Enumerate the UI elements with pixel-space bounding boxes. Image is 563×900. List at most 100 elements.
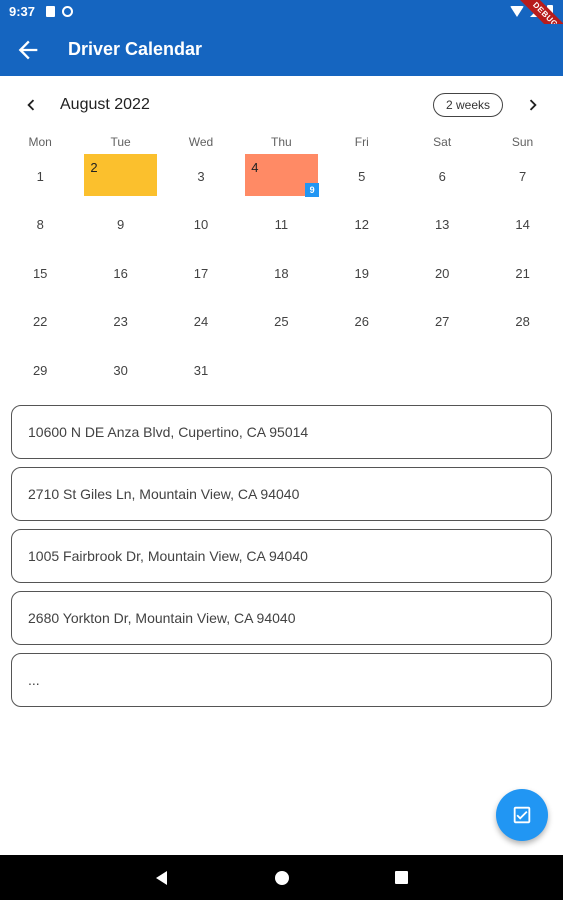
wifi-icon xyxy=(510,5,524,17)
weekday-label: Mon xyxy=(28,135,52,149)
page-title: Driver Calendar xyxy=(68,39,203,59)
day-number: 31 xyxy=(193,362,209,378)
address-text: 1005 Fairbrook Dr, Mountain View, CA 940… xyxy=(28,548,308,564)
chevron-right-icon[interactable] xyxy=(522,94,544,116)
calendar-day[interactable]: 12 xyxy=(322,199,402,247)
weekday-label: Sat xyxy=(433,135,452,149)
address-card[interactable]: 10600 N DE Anza Blvd, Cupertino, CA 9501… xyxy=(11,405,552,459)
calendar-day[interactable]: 18 xyxy=(241,248,321,296)
nav-home-icon[interactable] xyxy=(275,871,289,885)
day-number: 27 xyxy=(434,314,450,330)
calendar-day[interactable]: 1 xyxy=(0,151,80,199)
day-number: 2 xyxy=(90,160,98,175)
calendar-day[interactable]: 25 xyxy=(241,296,321,344)
event-count-badge: 9 xyxy=(305,183,320,197)
calendar-day[interactable]: 26 xyxy=(322,296,402,344)
day-number: 7 xyxy=(518,169,527,184)
day-number: 10 xyxy=(193,217,209,233)
weekday-label: Tue xyxy=(110,135,131,149)
calendar-day[interactable]: 5 xyxy=(322,151,402,199)
day-number: 29 xyxy=(32,362,48,378)
day-number: 21 xyxy=(515,265,530,281)
day-number: 15 xyxy=(32,265,48,281)
weekday-row: Mon Tue Wed Thu Fri Sat Sun xyxy=(0,135,563,151)
day-number: 22 xyxy=(32,314,48,330)
system-nav-bar xyxy=(0,855,563,900)
day-number: 5 xyxy=(358,169,366,184)
nav-back-icon[interactable] xyxy=(156,871,167,885)
day-number: 3 xyxy=(197,169,205,184)
day-number: 28 xyxy=(515,314,530,330)
weekday-label: Wed xyxy=(188,135,214,149)
address-text: 10600 N DE Anza Blvd, Cupertino, CA 9501… xyxy=(28,424,309,440)
calendar-day[interactable]: 15 xyxy=(0,248,80,296)
address-card[interactable]: ... xyxy=(11,653,552,707)
day-number: 16 xyxy=(113,265,128,281)
address-text: ... xyxy=(28,672,40,688)
address-card[interactable]: 1005 Fairbrook Dr, Mountain View, CA 940… xyxy=(11,529,552,583)
calendar-day[interactable]: 29 xyxy=(0,345,80,393)
calendar-day[interactable]: 20 xyxy=(402,248,482,296)
calendar-day[interactable]: 7 xyxy=(482,151,562,199)
calendar-day[interactable]: 11 xyxy=(241,199,321,247)
address-text: 2680 Yorkton Dr, Mountain View, CA 94040 xyxy=(28,610,296,626)
day-number: 11 xyxy=(274,217,289,233)
day-number: 23 xyxy=(113,314,128,330)
calendar-day[interactable]: 17 xyxy=(161,248,241,296)
weekday-label: Thu xyxy=(271,135,292,149)
calendar-day[interactable]: 14 xyxy=(482,199,562,247)
calendar-day[interactable]: 24 xyxy=(161,296,241,344)
arrow-back-icon[interactable] xyxy=(14,36,42,64)
calendar-day[interactable]: 31 xyxy=(161,345,241,393)
day-number: 12 xyxy=(354,217,370,233)
calendar-day[interactable]: 19 xyxy=(322,248,402,296)
weekday-label: Fri xyxy=(354,135,369,149)
weekday-label: Sun xyxy=(511,135,534,149)
calendar-day[interactable]: 10 xyxy=(161,199,241,247)
day-number: 24 xyxy=(193,314,209,330)
calendar-day[interactable]: 6 xyxy=(402,151,482,199)
calendar-day[interactable]: 23 xyxy=(80,296,160,344)
day-number: 30 xyxy=(113,362,128,378)
day-number: 8 xyxy=(36,217,44,233)
day-number: 19 xyxy=(354,265,370,281)
day-number: 6 xyxy=(438,169,446,184)
calendar-day[interactable]: 30 xyxy=(80,345,160,393)
format-toggle-button[interactable]: 2 weeks xyxy=(433,93,503,117)
sync-icon xyxy=(62,6,73,17)
day-number: 4 xyxy=(251,160,259,175)
chevron-left-icon[interactable] xyxy=(20,94,42,116)
day-number: 25 xyxy=(274,314,289,330)
calendar-day[interactable]: 13 xyxy=(402,199,482,247)
status-bar: 9:37 DEBUG xyxy=(0,0,563,49)
calendar-day[interactable]: 2 xyxy=(80,151,160,199)
calendar-day[interactable]: 3 xyxy=(161,151,241,199)
event-marker: 49 xyxy=(245,154,320,197)
calendar-day[interactable]: 28 xyxy=(482,296,562,344)
day-number: 26 xyxy=(354,314,370,330)
address-text: 2710 St Giles Ln, Mountain View, CA 9404… xyxy=(28,486,300,502)
day-number: 9 xyxy=(116,217,125,233)
day-number: 14 xyxy=(515,217,530,233)
month-title: August 2022 xyxy=(60,96,150,113)
calendar-day[interactable]: 21 xyxy=(482,248,562,296)
nav-recents-icon[interactable] xyxy=(395,871,408,884)
calendar-day[interactable]: 16 xyxy=(80,248,160,296)
calendar-day[interactable]: 8 xyxy=(0,199,80,247)
address-card[interactable]: 2710 St Giles Ln, Mountain View, CA 9404… xyxy=(11,467,552,521)
calendar-day[interactable]: 9 xyxy=(80,199,160,247)
calendar-day[interactable]: 22 xyxy=(0,296,80,344)
calendar-day[interactable]: 27 xyxy=(402,296,482,344)
app-bar: Driver Calendar xyxy=(0,24,563,76)
status-time: 9:37 xyxy=(9,4,36,19)
day-number: 1 xyxy=(36,169,44,184)
check-box-icon xyxy=(513,806,531,824)
day-number: 17 xyxy=(193,265,209,281)
address-card[interactable]: 2680 Yorkton Dr, Mountain View, CA 94040 xyxy=(11,591,552,645)
calendar-day[interactable]: 49 xyxy=(241,151,321,199)
day-number: 20 xyxy=(434,265,450,281)
event-marker: 2 xyxy=(84,154,158,196)
confirm-fab-button[interactable] xyxy=(496,789,548,841)
sd-card-icon xyxy=(46,6,55,17)
calendar-header: August 2022 2 weeks xyxy=(0,88,563,122)
